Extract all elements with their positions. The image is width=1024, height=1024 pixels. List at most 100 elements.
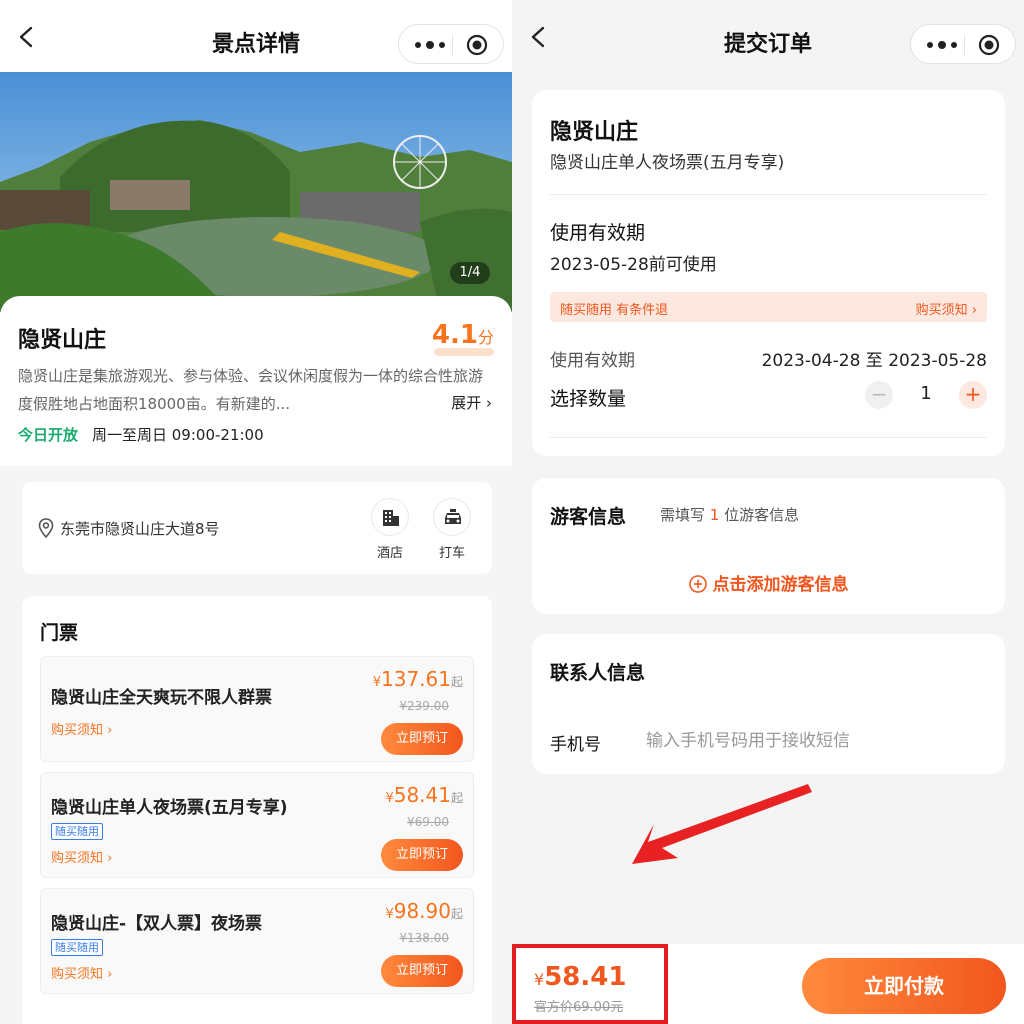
- price-from-label: 起: [450, 791, 463, 805]
- nav-bar: 提交订单: [512, 0, 1024, 72]
- taxi-icon-circle: [433, 498, 471, 536]
- location-pin-icon: [38, 518, 54, 538]
- image-counter: 1/4: [450, 262, 490, 284]
- validity-range-label: 使用有效期: [550, 351, 635, 371]
- book-now-button[interactable]: 立即预订: [381, 839, 463, 871]
- quantity-label: 选择数量: [550, 388, 627, 410]
- validity-range-value: 2023-04-28 至 2023-05-28: [761, 351, 987, 371]
- guest-count: 1: [709, 506, 720, 524]
- capsule-divider: [964, 35, 965, 55]
- divider: [550, 194, 987, 195]
- purchase-notice-link[interactable]: 购买须知 ›: [51, 963, 112, 982]
- validity-heading: 使用有效期: [550, 222, 646, 244]
- ticket-name: 隐贤山庄-【双人票】夜场票: [51, 914, 263, 934]
- purchase-notice-link[interactable]: 购买须知 ›: [51, 719, 112, 738]
- attraction-name: 隐贤山庄: [18, 328, 107, 353]
- nav-bar: 景点详情: [0, 0, 512, 72]
- attraction-photo[interactable]: [0, 72, 512, 312]
- currency-symbol: ¥: [385, 791, 394, 806]
- address-card: 东莞市隐贤山庄大道8号 酒店 打车: [22, 482, 492, 574]
- taxi-action[interactable]: 打车: [432, 498, 472, 561]
- price-value: 58.41: [393, 783, 451, 807]
- divider: [550, 437, 987, 438]
- quantity-value: 1: [920, 383, 932, 404]
- more-icon[interactable]: [925, 36, 959, 54]
- close-miniprogram-icon[interactable]: [466, 34, 488, 56]
- currency-symbol: ¥: [385, 907, 394, 922]
- original-price: ¥138.00: [399, 931, 449, 945]
- add-guest-button[interactable]: 点击添加游客信息: [532, 570, 1005, 595]
- contact-info-heading: 联系人信息: [550, 662, 646, 684]
- quantity-stepper: − 1 +: [865, 380, 987, 410]
- more-icon[interactable]: [413, 36, 447, 54]
- hint-prefix: 需填写: [660, 506, 710, 524]
- attraction-info-card: 隐贤山庄 4.1分 隐贤山庄是集旅游观光、参与体验、会议休闲度假为一体的综合性旅…: [0, 296, 512, 466]
- currency-symbol: ¥: [534, 970, 545, 989]
- book-now-button[interactable]: 立即预订: [381, 723, 463, 755]
- decrease-quantity-button[interactable]: −: [865, 381, 893, 409]
- ticket-item-fullday[interactable]: 隐贤山庄全天爽玩不限人群票 购买须知 › ¥137.61起 ¥239.00 立即…: [40, 656, 474, 762]
- original-price: ¥69.00: [407, 815, 449, 829]
- guest-info-hint: 需填写 1 位游客信息: [660, 504, 799, 525]
- refund-policy-bar[interactable]: 随买随用 有条件退 购买须知 ›: [550, 292, 987, 322]
- capsule-divider: [452, 35, 453, 55]
- hotel-action[interactable]: 酒店: [370, 498, 410, 561]
- price-from-label: 起: [450, 907, 463, 921]
- purchase-notice-link[interactable]: 购买须知 ›: [916, 299, 977, 318]
- mini-program-capsule: [398, 24, 504, 64]
- currency-symbol: ¥: [372, 675, 381, 690]
- add-guest-label: 点击添加游客信息: [712, 575, 849, 595]
- ticket-price: ¥98.90起: [385, 899, 463, 923]
- refund-policy-text: 随买随用 有条件退: [560, 303, 669, 318]
- ticket-price: ¥58.41起: [385, 783, 463, 807]
- annotation-arrow-icon: [632, 784, 812, 864]
- tickets-heading: 门票: [40, 622, 79, 644]
- guest-info-heading: 游客信息: [550, 506, 627, 528]
- submit-order-screen: 提交订单 隐贤山庄 隐贤山庄单人夜场票(五月专享) 使用有效期 2023-05-…: [512, 0, 1024, 1024]
- ticket-name: 隐贤山庄单人夜场票(五月专享): [51, 798, 288, 818]
- price-value: 137.61: [381, 667, 451, 691]
- original-price: ¥239.00: [399, 699, 449, 713]
- checkout-bar: ¥58.41 官方价69.00元 立即付款: [512, 944, 1024, 1024]
- total-price: ¥58.41: [534, 962, 626, 992]
- instant-use-tag: 随买随用: [51, 823, 103, 840]
- official-price: 官方价69.00元: [534, 1000, 624, 1015]
- pay-now-button[interactable]: 立即付款: [802, 958, 1006, 1014]
- mini-program-capsule: [910, 24, 1016, 64]
- instant-use-tag: 随买随用: [51, 939, 103, 956]
- ticket-name: 隐贤山庄全天爽玩不限人群票: [51, 688, 272, 708]
- address-text[interactable]: 东莞市隐贤山庄大道8号: [60, 518, 220, 539]
- rating-unit: 分: [477, 328, 494, 347]
- car-icon: [445, 509, 461, 524]
- close-miniprogram-icon[interactable]: [978, 34, 1000, 56]
- ticket-item-night-double[interactable]: 隐贤山庄-【双人票】夜场票 随买随用 购买须知 › ¥98.90起 ¥138.0…: [40, 888, 474, 994]
- phone-input[interactable]: [646, 726, 966, 756]
- contact-info-card: 联系人信息 手机号: [532, 634, 1005, 774]
- hint-suffix: 位游客信息: [719, 506, 800, 524]
- hotel-icon-circle: [371, 498, 409, 536]
- ticket-price: ¥137.61起: [373, 667, 463, 691]
- plus-circle-icon: [688, 575, 707, 593]
- total-price-highlight: ¥58.41 官方价69.00元: [512, 944, 668, 1024]
- order-product-card: 隐贤山庄 隐贤山庄单人夜场票(五月专享) 使用有效期 2023-05-28前可使…: [532, 90, 1005, 456]
- book-now-button[interactable]: 立即预订: [381, 955, 463, 987]
- purchase-notice-link[interactable]: 购买须知 ›: [51, 847, 112, 866]
- ticket-item-night-single[interactable]: 隐贤山庄单人夜场票(五月专享) 随买随用 购买须知 › ¥58.41起 ¥69.…: [40, 772, 474, 878]
- price-value: 98.90: [393, 899, 451, 923]
- attraction-description: 隐贤山庄是集旅游观光、参与体验、会议休闲度假为一体的综合性旅游度假胜地占地面积1…: [18, 367, 484, 413]
- taxi-label: 打车: [438, 546, 465, 561]
- phone-label: 手机号: [550, 735, 601, 755]
- expand-description-button[interactable]: 展开 ›: [441, 392, 492, 413]
- price-from-label: 起: [450, 675, 463, 689]
- order-attraction-name: 隐贤山庄: [550, 120, 639, 145]
- attraction-detail-screen: 景点详情 1/4 隐贤山庄 4.1分 隐贤山庄是集旅游观光、参与体验、会议休闲度…: [0, 0, 512, 1024]
- total-price-value: 58.41: [544, 962, 627, 992]
- open-hours: 周一至周日 09:00-21:00: [92, 426, 264, 444]
- tickets-section: 门票 隐贤山庄全天爽玩不限人群票 购买须知 › ¥137.61起 ¥239.00…: [22, 596, 492, 1024]
- hotel-label: 酒店: [376, 546, 403, 561]
- order-ticket-name: 隐贤山庄单人夜场票(五月专享): [550, 153, 785, 173]
- rating-value: 4.1: [431, 320, 478, 350]
- increase-quantity-button[interactable]: +: [959, 381, 987, 409]
- rating-score: 4.1分: [432, 320, 494, 350]
- validity-value: 2023-05-28前可使用: [550, 255, 717, 275]
